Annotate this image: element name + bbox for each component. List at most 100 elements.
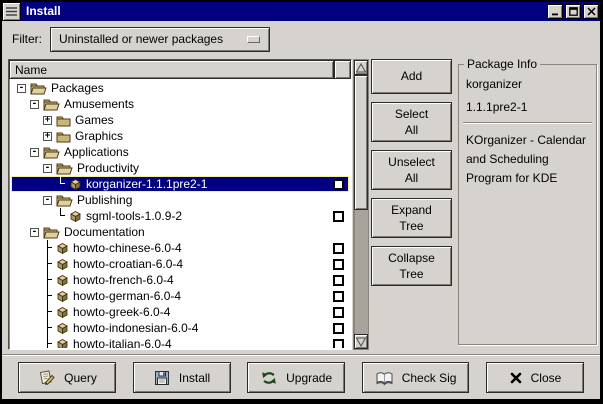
package-info-separator — [463, 122, 592, 124]
tree-connector — [43, 320, 52, 336]
tree-row[interactable]: howto-chinese-6.0-4 — [11, 240, 349, 256]
package-checkbox[interactable] — [333, 275, 344, 286]
window-controls — [546, 2, 600, 21]
package-checkbox[interactable] — [333, 307, 344, 318]
window-menu-button[interactable] — [2, 2, 21, 21]
scrollbar-thumb[interactable] — [354, 75, 368, 210]
tree-item-label: howto-croatian-6.0-4 — [73, 257, 183, 271]
tree-connector — [43, 272, 52, 288]
titlebar-close-icon — [587, 7, 596, 16]
unselect-all-button[interactable]: Unselect All — [371, 150, 452, 190]
add-button[interactable]: Add — [371, 59, 452, 94]
vertical-scrollbar[interactable] — [353, 59, 369, 350]
tree-indent — [11, 288, 43, 304]
package-icon — [56, 258, 69, 271]
tree-row[interactable]: -Productivity — [11, 160, 349, 176]
tree-row[interactable]: howto-greek-6.0-4 — [11, 304, 349, 320]
folder-open-icon — [43, 226, 60, 239]
titlebar-close-button[interactable] — [583, 4, 599, 19]
package-checkbox[interactable] — [333, 243, 344, 254]
package-icon — [56, 322, 69, 335]
tree-expander-icon[interactable]: - — [30, 100, 39, 109]
close-x-icon — [509, 371, 523, 385]
side-buttons: Add Select All Unselect All Expand Tree Coll… — [371, 59, 452, 286]
tree-indent — [11, 240, 43, 256]
tree-row[interactable]: - Documentation — [11, 224, 349, 240]
tree-item-label: Applications — [64, 145, 129, 159]
tree-rows: -Packages-Amusements+Games+Graphics - Appl… — [11, 80, 349, 348]
tree-connector — [43, 336, 52, 348]
tree-item-label: howto-italian-6.0-4 — [73, 337, 172, 348]
install-icon — [153, 369, 171, 387]
tree-row[interactable]: howto-croatian-6.0-4 — [11, 256, 349, 272]
tree-row[interactable]: sgml-tools-1.0.9-2 — [11, 208, 349, 224]
tree-item-label: howto-french-6.0-4 — [73, 273, 174, 287]
tree-item-label: Documentation — [64, 225, 145, 239]
package-checkbox[interactable] — [333, 211, 344, 222]
package-icon — [56, 306, 69, 319]
package-list: Name -Packages-Amusements+Games+Graphics… — [8, 59, 352, 350]
tree-row[interactable]: -Publishing — [11, 192, 349, 208]
close-button[interactable]: Close — [486, 362, 584, 393]
package-icon — [69, 178, 82, 191]
tree-expander-icon[interactable]: - — [43, 164, 52, 173]
tree-indent — [11, 224, 30, 240]
folder-open-icon — [30, 82, 47, 95]
select-all-button[interactable]: Select All — [371, 102, 452, 142]
tree-connector — [43, 240, 52, 256]
scroll-up-button[interactable] — [354, 60, 368, 75]
tree-expander-icon[interactable]: - — [43, 196, 52, 205]
filter-dropdown[interactable]: Uninstalled or newer packages — [50, 27, 270, 52]
folder-open-icon — [56, 162, 73, 175]
install-window: Install Filter: Uninstalled or newer pac… — [0, 0, 603, 404]
collapse-tree-button[interactable]: Collapse Tree — [371, 246, 452, 286]
scroll-down-button[interactable] — [354, 334, 368, 349]
tree-row[interactable]: howto-german-6.0-4 — [11, 288, 349, 304]
tree-connector — [43, 304, 52, 320]
name-column-header[interactable]: Name — [9, 60, 334, 79]
package-icon — [56, 290, 69, 303]
checkbox-column-header[interactable] — [334, 60, 351, 79]
tree-item-label: howto-greek-6.0-4 — [73, 305, 170, 319]
tree-row[interactable]: howto-french-6.0-4 — [11, 272, 349, 288]
package-checkbox[interactable] — [333, 259, 344, 270]
package-icon — [56, 274, 69, 287]
tree-indent — [11, 256, 43, 272]
check-sig-button[interactable]: Check Sig — [362, 362, 470, 393]
tree-indent — [11, 192, 43, 208]
titlebar-minimize-button[interactable] — [547, 4, 563, 19]
tree-item-label: howto-chinese-6.0-4 — [73, 241, 182, 255]
window-title: Install — [21, 2, 546, 21]
tree-row[interactable]: +Graphics — [11, 128, 349, 144]
tree-row[interactable]: howto-italian-6.0-4 — [11, 336, 349, 348]
tree-expander-icon[interactable]: + — [43, 132, 52, 141]
package-checkbox[interactable] — [333, 179, 344, 190]
tree-expander-icon[interactable]: - — [30, 148, 39, 157]
folder-open-icon — [43, 146, 60, 159]
upgrade-button[interactable]: Upgrade — [247, 362, 345, 393]
tree-item-label: sgml-tools-1.0.9-2 — [86, 209, 182, 223]
package-checkbox[interactable] — [333, 339, 344, 349]
tree-expander-icon[interactable]: - — [17, 84, 26, 93]
titlebar-maximize-button[interactable] — [565, 4, 581, 19]
tree-row[interactable]: -Packages — [11, 80, 349, 96]
tree-indent — [11, 336, 43, 348]
maximize-icon — [569, 7, 578, 16]
package-checkbox[interactable] — [333, 291, 344, 302]
tree-indent — [11, 160, 43, 176]
tree-row[interactable]: howto-indonesian-6.0-4 — [11, 320, 349, 336]
tree-row[interactable]: - Applications — [11, 144, 349, 160]
tree-expander-icon[interactable]: - — [30, 228, 39, 237]
tree-row[interactable]: korganizer-1.1.1pre2-1 — [11, 176, 349, 192]
package-checkbox[interactable] — [333, 323, 344, 334]
expand-tree-button[interactable]: Expand Tree — [371, 198, 452, 238]
tree-row[interactable]: +Games — [11, 112, 349, 128]
install-button[interactable]: Install — [133, 362, 231, 393]
package-icon — [56, 338, 69, 349]
query-icon — [37, 369, 56, 387]
tree-row[interactable]: -Amusements — [11, 96, 349, 112]
package-version: 1.1.1pre2-1 — [466, 100, 589, 114]
tree-expander-icon[interactable]: + — [43, 116, 52, 125]
query-button[interactable]: Query — [18, 362, 116, 393]
tree-indent — [11, 320, 43, 336]
